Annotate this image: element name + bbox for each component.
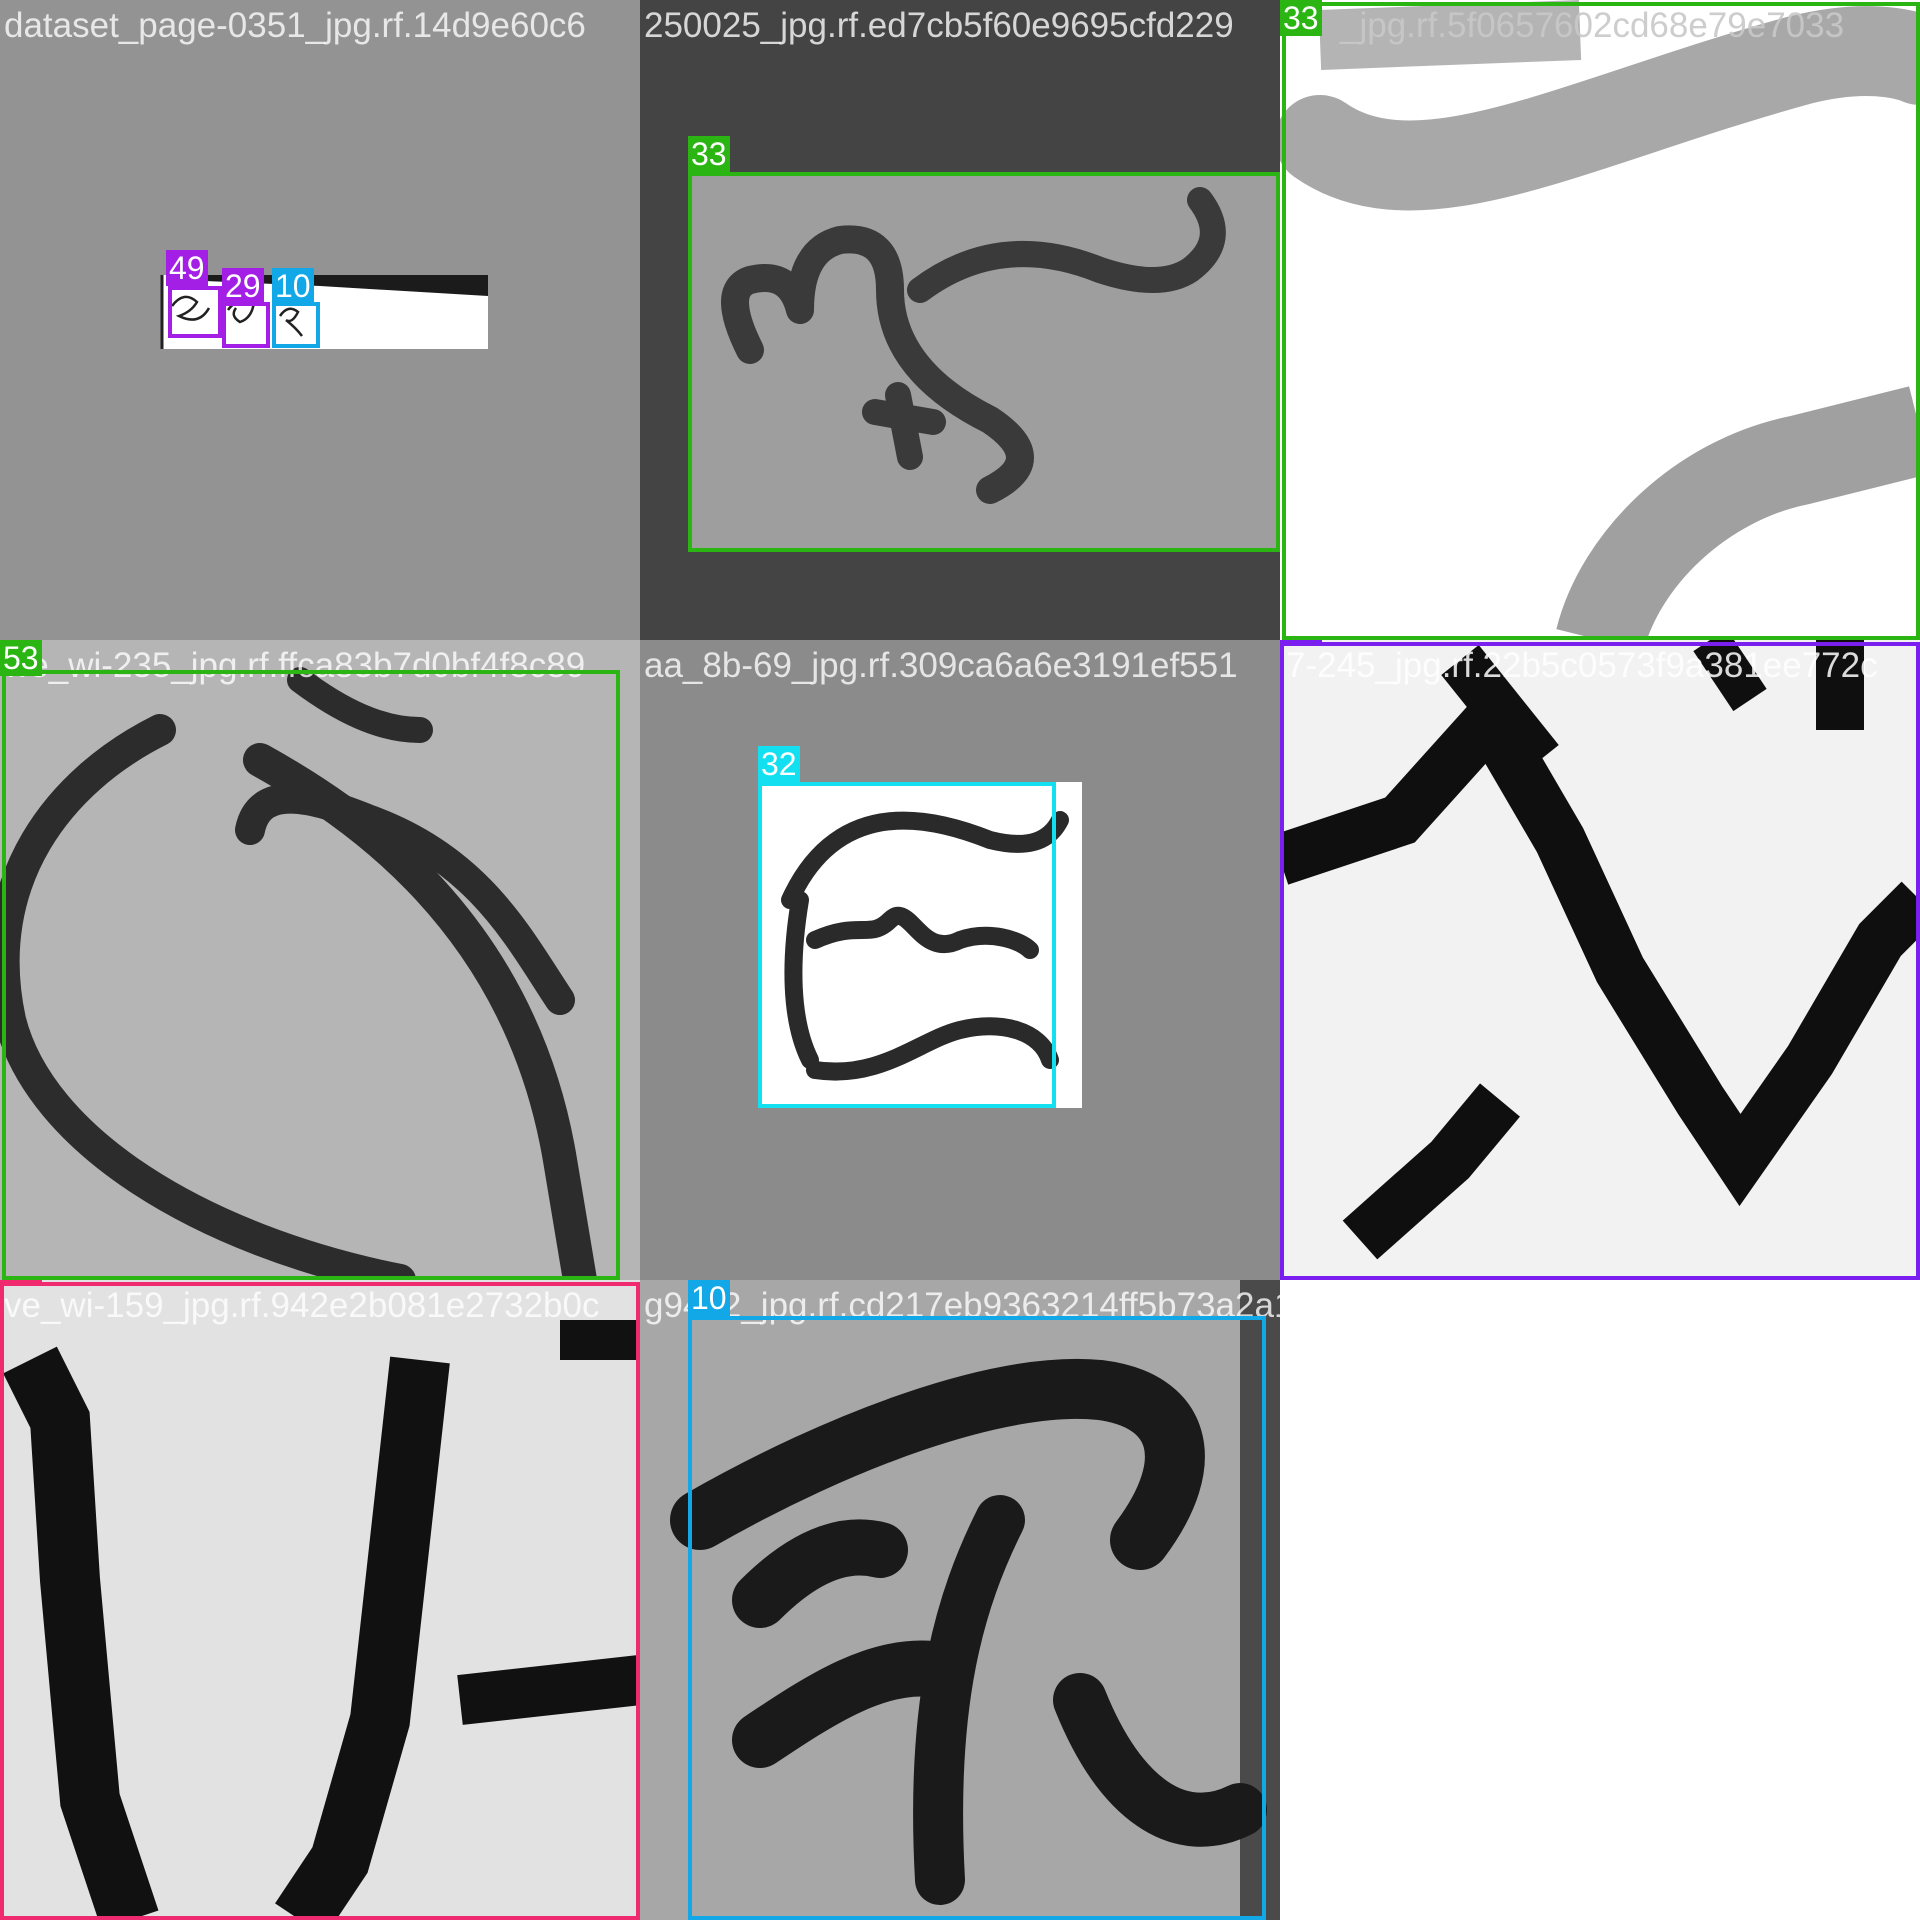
tile-1: dataset_page-0351_jpg.rf.14d9e60c6 49 29… (0, 0, 640, 640)
tile-6-box-55 (1280, 642, 1920, 1280)
tile-8-box-10 (688, 1316, 1266, 1920)
tile-4-label-53: 53 (0, 640, 42, 676)
tile-2-box-33 (688, 172, 1280, 552)
tile-3-box-33 (1282, 2, 1920, 640)
tile-8-label-10: 10 (688, 1280, 730, 1316)
tile-5-label-32: 32 (758, 746, 800, 782)
tile-3: _jpg.rf.5f0657602cd68e79e7033 33 (1280, 0, 1920, 640)
tile-4-box-53 (2, 670, 620, 1280)
tile-7: ve_wi-159_jpg.rf.942e2b081e2732b0c 57 (0, 1280, 640, 1920)
tile-2-label-33: 33 (688, 136, 730, 172)
tile-3-label-33: 33 (1280, 0, 1322, 36)
tile-7-box-57 (0, 1282, 640, 1920)
tile-1-label-29: 29 (222, 268, 264, 304)
tile-1-image (0, 0, 640, 640)
tile-1-box-10 (272, 302, 320, 348)
tile-5-box-32 (758, 782, 1056, 1108)
tile-1-box-49 (168, 286, 222, 338)
tile-5: aa_8b-69_jpg.rf.309ca6a6e3191ef551 32 (640, 640, 1280, 1280)
tile-7-label-57: 57 (0, 1280, 42, 1282)
tile-2: 250025_jpg.rf.ed7cb5f60e9695cfd229 33 (640, 0, 1280, 640)
tile-1-label-10: 10 (272, 268, 314, 304)
image-grid: dataset_page-0351_jpg.rf.14d9e60c6 49 29… (0, 0, 1920, 1920)
tile-6: 7-245_jpg.rf.22b5c0573f9a381ee772c 55 (1280, 640, 1920, 1280)
tile-6-label-55: 55 (1280, 640, 1322, 642)
tile-empty (1280, 1280, 1920, 1920)
tile-4: we_wi-235_jpg.rf.ffca83b7d0bf4f8c89 53 (0, 640, 640, 1280)
tile-1-box-29 (222, 302, 270, 348)
tile-1-label-49: 49 (166, 250, 208, 286)
tile-8: g9482_jpg.rf.cd217eb9363214ff5b73a2a17c0… (640, 1280, 1280, 1920)
